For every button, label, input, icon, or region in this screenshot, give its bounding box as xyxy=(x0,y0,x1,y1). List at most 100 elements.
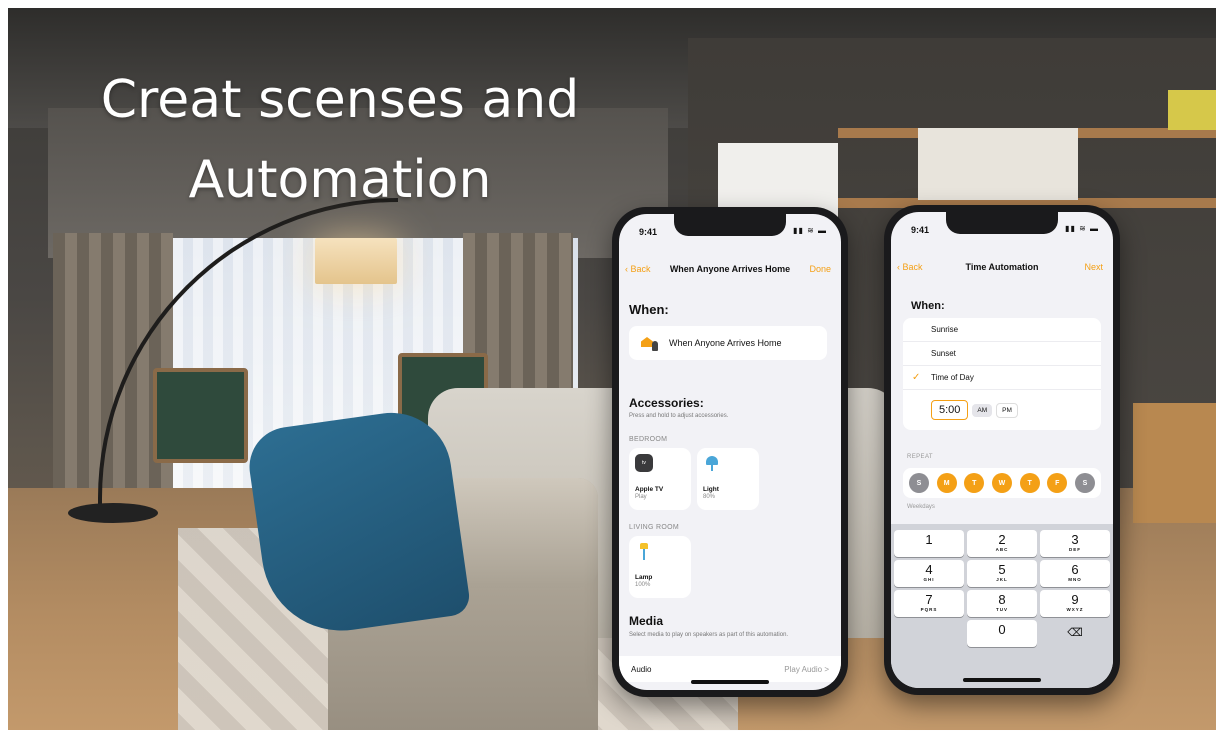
key-9[interactable]: 9 WXYZ xyxy=(1040,590,1110,617)
day-toggle-tuesday[interactable]: T xyxy=(964,473,985,493)
option-label: Sunrise xyxy=(931,325,959,334)
key-letters: MNO xyxy=(1068,577,1082,582)
repeat-summary: Weekdays xyxy=(907,504,935,510)
key-digit: 5 xyxy=(998,562,1006,577)
key-2[interactable]: 2 ABC xyxy=(967,530,1037,557)
status-icons: ▮▮ ≋ ▬ xyxy=(1065,224,1099,233)
key-digit: 9 xyxy=(1071,592,1079,607)
when-heading: When: xyxy=(911,300,945,312)
arrive-home-icon xyxy=(641,335,659,351)
done-button[interactable]: Done xyxy=(809,264,831,274)
day-toggle-friday[interactable]: F xyxy=(1047,473,1068,493)
key-letters: ABC xyxy=(995,547,1009,552)
books xyxy=(918,128,1078,200)
am-toggle[interactable]: AM xyxy=(972,403,993,417)
phone-time-automation: 9:41 ▮▮ ≋ ▬ ‹ Back Time Automation Next … xyxy=(884,205,1120,695)
key-digit: 0 xyxy=(998,622,1006,637)
tile-status: 80% xyxy=(703,494,716,500)
status-time: 9:41 xyxy=(911,225,930,235)
day-toggle-sunday[interactable]: S xyxy=(909,473,929,493)
key-digit: 8 xyxy=(998,592,1006,607)
next-button[interactable]: Next xyxy=(1084,262,1103,272)
headline-line-2: Automation xyxy=(188,150,492,210)
key-letters: GHI xyxy=(923,577,935,582)
option-sunrise[interactable]: Sunrise xyxy=(903,318,1101,342)
backspace-icon[interactable]: ⌫ xyxy=(1040,620,1110,647)
trigger-label: When Anyone Arrives Home xyxy=(669,338,782,348)
key-0[interactable]: 0 xyxy=(967,620,1037,647)
key-5[interactable]: 5 JKL xyxy=(967,560,1037,587)
lamp-icon xyxy=(635,542,653,560)
media-hint: Select media to play on speakers as part… xyxy=(629,632,789,638)
status-time: 9:41 xyxy=(639,227,658,237)
key-letters: WXYZ xyxy=(1066,607,1084,612)
key-3[interactable]: 3 DEF xyxy=(1040,530,1110,557)
phone-screen: 9:41 ▮▮ ≋ ▬ ‹ Back Time Automation Next … xyxy=(891,212,1113,688)
accessories-hint: Press and hold to adjust accessories. xyxy=(629,413,729,419)
key-letters: TUV xyxy=(996,607,1008,612)
light-icon xyxy=(703,454,721,472)
day-toggle-thursday[interactable]: T xyxy=(1019,473,1040,493)
home-indicator xyxy=(691,680,769,684)
phone-notch xyxy=(674,214,786,236)
phone-notch xyxy=(946,212,1058,234)
key-8[interactable]: 8 TUV xyxy=(967,590,1037,617)
audio-value: Play Audio > xyxy=(784,664,829,674)
tile-name: Apple TV xyxy=(635,486,664,493)
lamp-base xyxy=(68,503,158,523)
lamp-shade xyxy=(315,238,397,284)
time-picker-row: 5:00 AM PM xyxy=(903,390,1101,430)
key-digit: 2 xyxy=(998,532,1006,547)
day-toggle-monday[interactable]: M xyxy=(936,473,957,493)
key-1[interactable]: 1 xyxy=(894,530,964,557)
tv-icon: tv xyxy=(635,454,653,472)
room-label-bedroom: BEDROOM xyxy=(629,436,668,443)
key-6[interactable]: 6 MNO xyxy=(1040,560,1110,587)
audio-label: Audio xyxy=(631,664,652,674)
day-toggle-wednesday[interactable]: W xyxy=(991,473,1012,493)
home-indicator xyxy=(963,678,1041,682)
nav-bar: ‹ Back When Anyone Arrives Home Done xyxy=(619,258,841,282)
key-letters: DEF xyxy=(1069,547,1081,552)
checkmark-icon: ✓ xyxy=(912,372,921,383)
repeat-label: REPEAT xyxy=(907,454,933,460)
key-7[interactable]: 7 PQRS xyxy=(894,590,964,617)
option-label: Sunset xyxy=(931,349,956,358)
trigger-card[interactable]: When Anyone Arrives Home xyxy=(629,326,827,360)
time-input[interactable]: 5:00 xyxy=(931,400,969,420)
key-letters: PQRS xyxy=(920,607,938,612)
accessory-tile-light[interactable]: Light 80% xyxy=(697,448,759,510)
trigger-options-list: Sunrise Sunset ✓ Time of Day 5:00 AM PM xyxy=(903,318,1101,430)
repeat-days: S M T W T F S xyxy=(903,468,1101,498)
day-toggle-saturday[interactable]: S xyxy=(1074,473,1095,493)
tile-name: Lamp xyxy=(635,574,653,581)
audio-row[interactable]: Audio Play Audio > xyxy=(619,656,841,682)
tile-status: Play xyxy=(635,494,647,500)
status-icons: ▮▮ ≋ ▬ xyxy=(793,226,827,235)
books xyxy=(1168,90,1216,130)
key-digit: 3 xyxy=(1071,532,1079,547)
nav-title: When Anyone Arrives Home xyxy=(669,264,791,274)
armchair-left xyxy=(153,368,248,463)
key-blank xyxy=(894,620,964,647)
nav-bar: ‹ Back Time Automation Next xyxy=(891,256,1113,280)
nav-title: Time Automation xyxy=(965,262,1039,272)
key-letters: JKL xyxy=(996,577,1008,582)
headline-line-1: Creat scenses and xyxy=(100,70,580,130)
numeric-keypad: 1 2 ABC 3 DEF 4 GHI 5 JKL 6 MNO 7 PQRS 8 TUV 9W… xyxy=(891,524,1113,688)
option-label: Time of Day xyxy=(931,373,974,382)
key-digit: 6 xyxy=(1071,562,1079,577)
media-heading: Media xyxy=(629,614,664,628)
option-sunset[interactable]: Sunset xyxy=(903,342,1101,366)
tile-status: 100% xyxy=(635,582,651,588)
room-label-living-room: LIVING ROOM xyxy=(629,524,679,531)
accessory-tile-apple-tv[interactable]: tv Apple TV Play xyxy=(629,448,691,510)
accessory-tile-lamp[interactable]: Lamp 100% xyxy=(629,536,691,598)
accessories-heading: Accessories: xyxy=(629,396,704,410)
pm-toggle[interactable]: PM xyxy=(996,402,1018,418)
option-time-of-day[interactable]: ✓ Time of Day xyxy=(903,366,1101,390)
key-digit: 1 xyxy=(925,532,933,547)
key-digit: 4 xyxy=(925,562,933,577)
key-4[interactable]: 4 GHI xyxy=(894,560,964,587)
key-digit: 7 xyxy=(925,592,933,607)
